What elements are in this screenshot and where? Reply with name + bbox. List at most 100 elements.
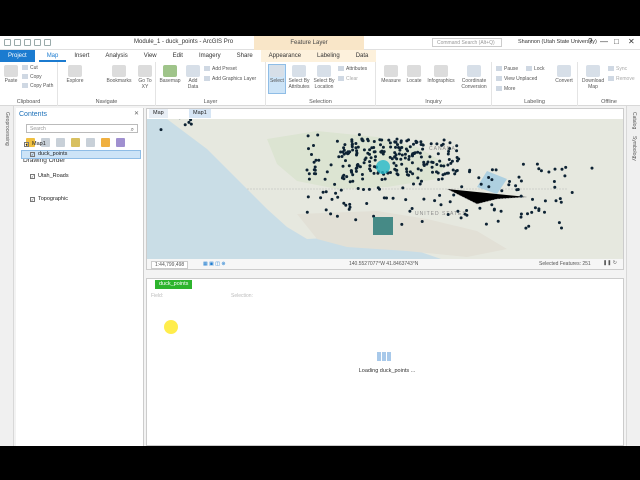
list-by-snapping-icon[interactable] (86, 138, 95, 147)
pane-close-icon[interactable]: ✕ (134, 110, 139, 117)
locate-button[interactable]: Locate (404, 65, 424, 84)
tab-insert[interactable]: Insert (66, 50, 97, 62)
select-by-location-button[interactable]: Select By Location (312, 65, 336, 90)
tab-duck-points-table[interactable]: duck_points (155, 280, 193, 289)
search-icon[interactable]: ⌕ (131, 126, 134, 134)
more-button[interactable]: More (496, 86, 515, 92)
select-by-attributes-button[interactable]: Select By Attributes (288, 65, 310, 90)
list-by-perspective-icon[interactable] (116, 138, 125, 147)
loading-message: Loading duck_points ... (358, 368, 416, 374)
sync-button[interactable]: Sync (608, 66, 627, 72)
add-graphics-layer-button[interactable]: Add Graphics Layer (204, 76, 256, 82)
duck-point (455, 144, 459, 148)
duck-point (547, 170, 551, 174)
tree-item-duck-points[interactable]: ✓ duck_points (30, 151, 67, 157)
tab-data[interactable]: Data (347, 50, 377, 62)
tree-item-topographic[interactable]: ✓ Topographic (30, 196, 68, 202)
map-canvas[interactable]: CANADA UNITED STATES (147, 119, 623, 261)
pause-drawing-icon[interactable]: ❚❚ ↻ (603, 260, 617, 266)
list-by-labeling-icon[interactable] (101, 138, 110, 147)
duck-point (431, 170, 434, 174)
attributes-button[interactable]: Attributes (338, 66, 367, 72)
duck-point (342, 146, 346, 150)
tab-appearance[interactable]: Appearance (260, 50, 310, 62)
view-unplaced-button[interactable]: View Unplaced (496, 76, 537, 82)
copy-button[interactable]: Copy (22, 74, 42, 80)
duck-point (380, 178, 384, 181)
copy-path-button[interactable]: Copy Path (22, 83, 53, 89)
symbology-tab[interactable]: Symbology (631, 136, 637, 161)
convert-button[interactable]: Convert (552, 65, 576, 84)
goto-xy-button[interactable]: Go To XY (136, 65, 154, 90)
duck-point (455, 156, 459, 159)
remove-button[interactable]: Remove (608, 76, 635, 82)
scale-selector[interactable]: 1:44,799,498 (151, 261, 189, 269)
duck-point (323, 177, 327, 181)
add-preset-button[interactable]: Add Preset (204, 66, 237, 72)
expand-icon: ▾ (24, 142, 29, 147)
basemap-button[interactable]: Basemap (158, 65, 182, 84)
duck-point (465, 209, 469, 212)
clear-button[interactable]: Clear (338, 76, 358, 82)
list-by-selection-icon[interactable] (56, 138, 65, 147)
duck-point (367, 187, 371, 191)
open-icon[interactable] (14, 39, 21, 46)
new-icon[interactable] (4, 39, 11, 46)
tab-project[interactable]: Project (0, 50, 35, 62)
tab-map[interactable]: Map (38, 50, 67, 62)
duck-point (361, 177, 365, 181)
map-nav-icons[interactable]: ▦ ▣ ◫ ⊕ (203, 261, 226, 267)
tab-labeling[interactable]: Labeling (309, 50, 348, 62)
duck-point (355, 149, 359, 153)
command-search-input[interactable]: Command Search (Alt+Q) (432, 38, 502, 47)
list-by-editing-icon[interactable] (71, 138, 80, 147)
download-icon (586, 65, 600, 77)
duck-point (455, 159, 459, 163)
group-label: Inquiry (425, 99, 442, 105)
bookmarks-button[interactable]: Bookmarks (106, 65, 132, 84)
tab-map1[interactable]: Map1 (189, 109, 211, 118)
download-map-button[interactable]: Download Map (580, 65, 606, 90)
cut-button[interactable]: Cut (22, 65, 38, 71)
save-icon[interactable] (24, 39, 31, 46)
maximize-icon[interactable]: □ (614, 37, 619, 46)
minimize-icon[interactable]: — (600, 37, 608, 46)
help-icon[interactable]: ? (588, 37, 592, 46)
catalog-tab[interactable]: Catalog (631, 112, 637, 129)
close-icon[interactable]: ✕ (628, 37, 635, 46)
location-select-icon (317, 65, 331, 77)
user-account[interactable]: Shannon (Utah State University) (518, 39, 597, 45)
duck-point (590, 166, 594, 170)
duck-point (392, 161, 396, 165)
infographics-icon (434, 65, 448, 77)
tab-imagery[interactable]: Imagery (191, 50, 229, 62)
tab-map-view[interactable]: Map (149, 109, 168, 118)
explore-button[interactable]: Explore (64, 65, 86, 84)
undo-icon[interactable] (34, 39, 41, 46)
duck-point (446, 213, 450, 216)
duck-point (429, 142, 433, 146)
add-data-button[interactable]: Add Data (184, 65, 202, 90)
tab-edit[interactable]: Edit (165, 50, 191, 62)
map-view[interactable]: Map Map1 CANADA UNITED STATES 1:44,799,4… (146, 108, 624, 270)
select-button[interactable]: Select (268, 64, 286, 94)
unplaced-icon (496, 76, 502, 81)
tree-item-utah-roads[interactable]: ✓ Utah_Roads (30, 173, 69, 179)
duck-point (436, 171, 440, 175)
pause-button[interactable]: Pause (496, 66, 518, 72)
duck-point (454, 169, 458, 173)
infographics-button[interactable]: Infographics (426, 65, 456, 84)
tree-item-map1[interactable]: ▾ Map1 (24, 141, 46, 147)
tab-view[interactable]: View (136, 50, 165, 62)
tab-share[interactable]: Share (229, 50, 261, 62)
geoprocessing-tab[interactable]: Geoprocessing (4, 112, 10, 146)
measure-button[interactable]: Measure (380, 65, 402, 84)
tab-analysis[interactable]: Analysis (97, 50, 135, 62)
duck-point (410, 161, 414, 165)
redo-icon[interactable] (44, 39, 51, 46)
lock-button[interactable]: Lock (526, 66, 545, 72)
contents-search-input[interactable]: Search ⌕ (26, 124, 138, 133)
coordinate-conversion-button[interactable]: Coordinate Conversion (458, 65, 490, 90)
duck-point (356, 164, 360, 168)
paste-button[interactable]: Paste (3, 65, 19, 84)
